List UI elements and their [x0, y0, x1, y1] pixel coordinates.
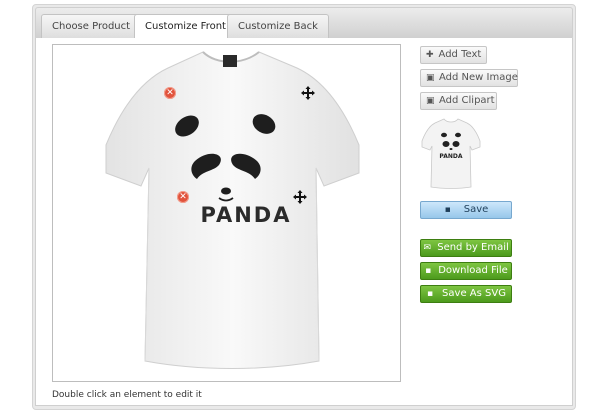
editor-panel: PANDA ✕ ✕ Double click an element to edi…: [35, 38, 573, 406]
design-canvas[interactable]: PANDA ✕ ✕: [52, 44, 401, 382]
save-button[interactable]: ▪ Save: [420, 201, 512, 219]
move-text-icon[interactable]: [292, 189, 308, 205]
remove-clipart-icon[interactable]: ✕: [164, 87, 176, 99]
add-text-button[interactable]: ✚ Add Text: [420, 46, 487, 64]
add-image-button[interactable]: ▣ Add New Image: [420, 69, 518, 87]
shirt-label: [223, 55, 237, 67]
floppy-icon: ▪: [426, 289, 434, 299]
move-clipart-icon[interactable]: [300, 85, 316, 101]
plus-icon: ✚: [426, 50, 434, 60]
thumbnail-text: PANDA: [439, 153, 462, 160]
edit-hint: Double click an element to edit it: [52, 390, 202, 400]
send-email-button[interactable]: ✉ Send by Email: [420, 239, 512, 257]
designer-frame: Choose Product Customize Front Customize…: [32, 4, 576, 410]
tab-customize-front[interactable]: Customize Front: [134, 14, 237, 40]
floppy-icon: ▪: [425, 266, 432, 276]
save-svg-button[interactable]: ▪ Save As SVG: [420, 285, 512, 303]
front-preview-thumbnail[interactable]: PANDA: [420, 116, 482, 190]
panda-text-element[interactable]: PANDA: [181, 202, 311, 228]
remove-text-icon[interactable]: ✕: [177, 191, 189, 203]
panda-text[interactable]: PANDA: [201, 203, 292, 227]
tab-choose-product[interactable]: Choose Product: [41, 14, 142, 38]
tab-customize-back[interactable]: Customize Back: [227, 14, 329, 38]
clipart-icon: ▣: [426, 96, 435, 106]
envelope-icon: ✉: [423, 243, 431, 253]
image-icon: ▣: [426, 73, 435, 83]
download-file-button[interactable]: ▪ Download File: [420, 262, 512, 280]
floppy-icon: ▪: [444, 205, 451, 215]
add-clipart-button[interactable]: ▣ Add Clipart: [420, 92, 497, 110]
tab-bar: Choose Product Customize Front Customize…: [35, 7, 573, 40]
